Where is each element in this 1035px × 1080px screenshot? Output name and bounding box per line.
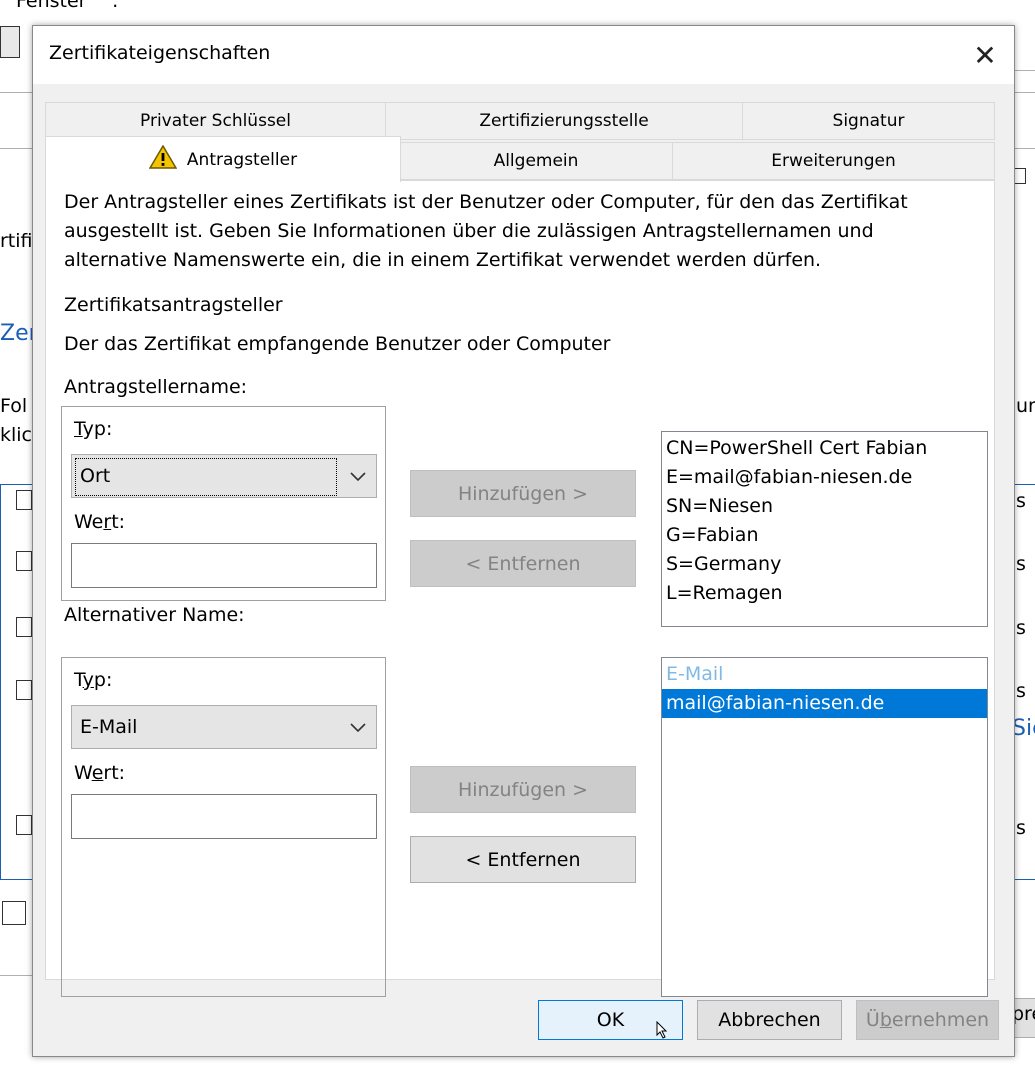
tab-private-key[interactable]: Privater Schlüssel [45, 102, 386, 140]
tab-label: Signatur [832, 111, 905, 131]
background-label: s [1016, 617, 1026, 639]
background-checkbox[interactable] [1014, 168, 1026, 184]
chevron-down-icon [350, 465, 366, 487]
certificate-properties-dialog: Zertifikateigenschaften ✕ Privater Schlü… [32, 25, 1015, 1057]
description-line: ausgestellt ist. Geben Sie Informationen… [64, 220, 874, 242]
cancel-button[interactable]: Abbrechen [697, 1000, 842, 1040]
tab-certification-authority[interactable]: Zertifizierungsstelle [385, 102, 743, 140]
background-label: s [1016, 817, 1026, 839]
alternative-type-dropdown[interactable]: E-Mail [71, 705, 377, 749]
background-label: un [1016, 395, 1035, 417]
background-divider [1014, 70, 1035, 71]
focus-rectangle [75, 458, 337, 496]
alternative-value-label: Wert: [74, 762, 126, 784]
background-checkbox[interactable] [16, 815, 32, 835]
description-line: alternative Namenswerte ein, die in eine… [64, 249, 822, 271]
list-item[interactable]: G=Fabian [662, 521, 987, 550]
tab-label: Allgemein [493, 151, 579, 171]
subject-value-input[interactable] [71, 543, 377, 588]
description-line: Der Antragsteller eines Zertifikats ist … [64, 191, 908, 213]
close-button[interactable]: ✕ [956, 26, 1014, 84]
background-menu-arrow: : [112, 0, 119, 12]
button-label: < Entfernen [465, 552, 581, 575]
alternative-add-button[interactable]: Hinzufügen > [410, 766, 636, 813]
background-checkbox[interactable] [2, 901, 26, 925]
background-checkbox[interactable] [16, 680, 32, 700]
background-label: klic [0, 424, 33, 446]
list-item[interactable]: S=Germany [662, 550, 987, 579]
subject-remove-button[interactable]: < Entfernen [410, 540, 636, 587]
alternative-name-group: Typ: E-Mail Wert: [61, 657, 386, 997]
tab-label: Zertifizierungsstelle [479, 111, 649, 131]
tab-signature[interactable]: Signatur [742, 102, 995, 140]
button-label: < Entfernen [465, 848, 581, 871]
alternative-value-input[interactable] [71, 794, 377, 839]
tab-label: Erweiterungen [771, 151, 896, 171]
background-toolbar-icon[interactable] [0, 26, 20, 58]
tab-general[interactable]: Allgemein [399, 142, 673, 180]
background-divider [1014, 92, 1035, 93]
warning-icon [148, 144, 178, 174]
alternative-type-value: E-Mail [80, 716, 138, 738]
subject-tab-panel: Der Antragsteller eines Zertifikats ist … [45, 180, 995, 997]
tab-label: Antragsteller [186, 149, 298, 170]
alternative-name-group-label: Alternativer Name: [64, 604, 245, 626]
chevron-down-icon [350, 716, 366, 738]
tab-extensions[interactable]: Erweiterungen [672, 142, 995, 180]
subject-value-label: Wert: [74, 511, 126, 533]
background-divider [0, 92, 32, 93]
close-icon: ✕ [973, 38, 997, 72]
list-item-selected[interactable]: mail@fabian-niesen.de [662, 689, 987, 718]
ok-button[interactable]: OK [538, 1000, 683, 1040]
background-button-label: pre [1012, 1003, 1035, 1025]
subject-name-group: Typ: Ort Wert: [61, 406, 386, 601]
background-checkbox[interactable] [16, 490, 32, 510]
background-label: rtifi [0, 230, 33, 252]
button-label: Hinzufügen > [457, 778, 589, 801]
button-label: OK [596, 1009, 625, 1031]
section-title: Zertifikatsantragsteller [64, 294, 283, 316]
alternative-remove-button[interactable]: < Entfernen [410, 836, 636, 883]
background-checkbox[interactable] [16, 617, 32, 637]
alternative-type-label: Typ: [74, 669, 113, 691]
background-divider [0, 975, 32, 976]
button-label: Hinzufügen > [457, 482, 589, 505]
list-item[interactable]: E=mail@fabian-niesen.de [662, 463, 987, 492]
subject-name-group-label: Antragstellername: [64, 376, 248, 398]
list-item[interactable]: L=Remagen [662, 579, 987, 608]
subject-type-label: Typ: [74, 418, 113, 440]
background-label: s [1016, 680, 1026, 702]
background-divider [1014, 148, 1035, 149]
background-link[interactable]: Sie [1012, 716, 1035, 741]
title-bar[interactable]: Zertifikateigenschaften ✕ [33, 26, 1014, 84]
list-item[interactable]: CN=PowerShell Cert Fabian [662, 434, 987, 463]
list-group-header: E-Mail [666, 663, 724, 685]
tab-subject[interactable]: Antragsteller [45, 136, 401, 182]
background-menu-fenster[interactable]: Fenster [16, 0, 86, 12]
tab-label: Privater Schlüssel [140, 111, 291, 131]
subject-add-button[interactable]: Hinzufügen > [410, 470, 636, 517]
background-label: s [1016, 553, 1026, 575]
background-divider [0, 148, 32, 149]
dialog-title: Zertifikateigenschaften [49, 42, 271, 64]
subject-names-list[interactable]: CN=PowerShell Cert Fabian E=mail@fabian-… [661, 431, 988, 627]
background-label: s [1016, 490, 1026, 512]
mouse-cursor-icon [656, 1020, 668, 1044]
list-item[interactable]: SN=Niesen [662, 492, 987, 521]
apply-button[interactable]: Übernehmen [856, 1000, 999, 1040]
subject-type-dropdown[interactable]: Ort [71, 454, 377, 498]
alternative-names-list[interactable]: E-Mail mail@fabian-niesen.de [661, 657, 988, 997]
background-label: Fol [0, 395, 28, 417]
button-label: Abbrechen [718, 1009, 821, 1031]
section-description: Der das Zertifikat empfangende Benutzer … [64, 333, 611, 355]
button-label: Übernehmen [865, 1009, 990, 1031]
background-checkbox[interactable] [16, 551, 32, 571]
